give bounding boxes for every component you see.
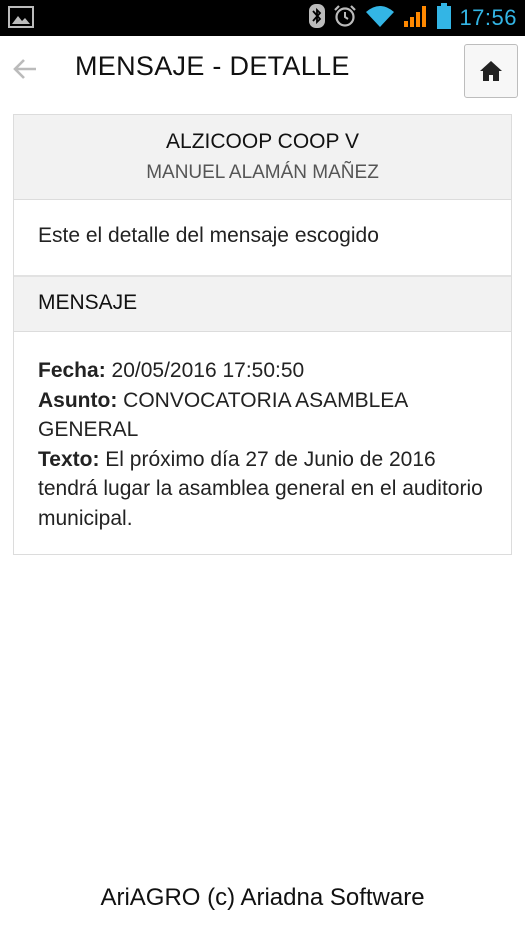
back-button[interactable] (10, 54, 40, 84)
section-title: MENSAJE (14, 277, 511, 332)
bluetooth-icon (309, 3, 326, 33)
page-title: MENSAJE - DETALLE (75, 51, 350, 81)
asunto-row: Asunto: CONVOCATORIA ASAMBLEA GENERAL (38, 386, 487, 445)
message-body: Fecha: 20/05/2016 17:50:50 Asunto: CONVO… (14, 332, 511, 533)
asunto-label: Asunto: (38, 388, 118, 412)
intro-text: Este el detalle del mensaje escogido (14, 200, 511, 277)
status-bar: 17:56 (0, 0, 525, 36)
texto-value: El próximo día 27 de Junio de 2016 tendr… (38, 447, 483, 530)
home-button[interactable] (464, 44, 518, 98)
battery-icon (437, 2, 452, 34)
texto-label: Texto: (38, 447, 100, 471)
company-name: ALZICOOP COOP V (166, 130, 359, 153)
card-header: ALZICOOP COOP V MANUEL ALAMÁN MAÑEZ (14, 115, 511, 200)
fecha-label: Fecha: (38, 359, 106, 382)
user-name: MANUEL ALAMÁN MAÑEZ (146, 162, 379, 183)
fecha-value: 20/05/2016 17:50:50 (111, 359, 305, 382)
image-icon (8, 6, 36, 30)
alarm-icon (333, 4, 357, 33)
footer-text: AriAGRO (c) Ariadna Software (100, 884, 425, 911)
signal-icon (403, 4, 429, 33)
status-clock: 17:56 (459, 5, 517, 30)
texto-row: Texto: El próximo día 27 de Junio de 201… (38, 445, 487, 534)
arrow-left-icon (13, 59, 36, 79)
home-icon (480, 61, 502, 81)
message-card: ALZICOOP COOP V MANUEL ALAMÁN MAÑEZ Este… (13, 114, 512, 555)
wifi-icon (365, 4, 395, 33)
app-header: MENSAJE - DETALLE (0, 36, 525, 102)
fecha-row: Fecha: 20/05/2016 17:50:50 (38, 356, 487, 386)
